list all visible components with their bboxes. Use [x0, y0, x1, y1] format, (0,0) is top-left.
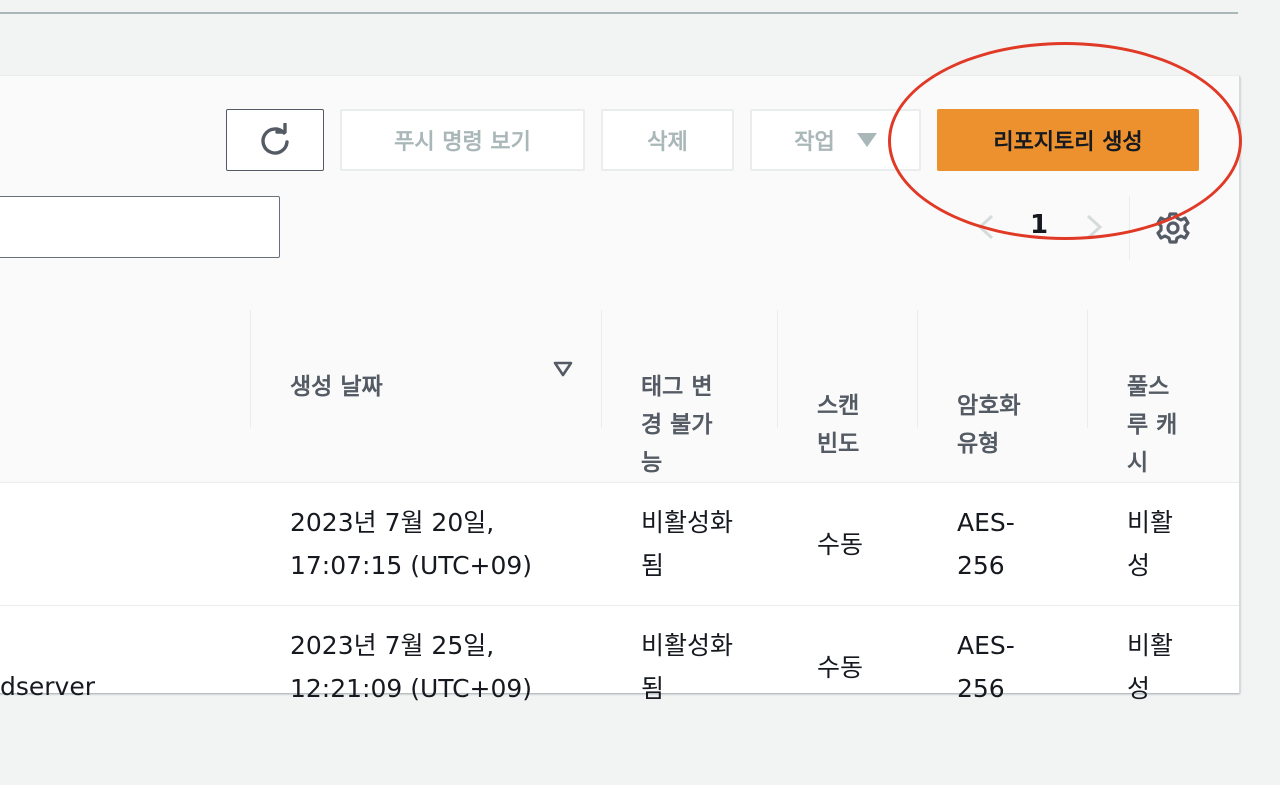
encryption-type-cell: AES- 256: [917, 482, 1087, 606]
table-row[interactable]: dserver 2023년 7월 25일, 12:21:09 (UTC+09) …: [0, 606, 1239, 729]
pagination-divider: [1129, 196, 1130, 260]
column-header-pull-through-cache[interactable]: 풀스 루 캐 시: [1087, 292, 1239, 483]
column-header-tag-immutability[interactable]: 태그 변 경 불가 능: [601, 292, 777, 483]
caret-down-icon: [856, 133, 877, 147]
column-header-encryption-type-label: 암호화 유형: [957, 393, 1021, 457]
view-push-commands-label: 푸시 명령 보기: [394, 130, 531, 155]
pagination-current-page[interactable]: 1: [1024, 210, 1054, 240]
column-header-name[interactable]: [0, 292, 250, 483]
column-header-encryption-type[interactable]: 암호화 유형: [917, 292, 1087, 483]
scan-frequency-cell: 수동: [817, 652, 864, 682]
created-date-cell: 2023년 7월 25일, 12:21:09 (UTC+09): [290, 631, 533, 703]
column-header-scan-frequency[interactable]: 스캔 빈도: [777, 292, 917, 483]
tag-immutability-cell: 비활성화 됨: [641, 631, 734, 703]
column-header-created-date-label: 생성 날짜: [290, 374, 383, 400]
delete-button[interactable]: 삭제: [601, 109, 734, 171]
view-push-commands-button[interactable]: 푸시 명령 보기: [340, 109, 585, 171]
pull-through-cache-cell: 비활 성: [1087, 482, 1239, 606]
created-date-cell: 2023년 7월 20일, 17:07:15 (UTC+09): [250, 482, 601, 606]
repository-name-cell[interactable]: [0, 482, 250, 606]
chevron-right-icon[interactable]: [1080, 214, 1106, 240]
search-input[interactable]: [0, 196, 280, 258]
repository-name-cell[interactable]: dserver: [0, 606, 250, 729]
actions-dropdown-button[interactable]: 작업: [750, 109, 921, 171]
table-header-row: 생성 날짜 태그 변 경 불가 능 스캔 빈도 암호화 유형 풀스 루 캐 시: [0, 292, 1239, 483]
refresh-button[interactable]: [226, 109, 324, 171]
delete-label: 삭제: [647, 130, 688, 155]
create-repository-label: 리포지토리 생성: [993, 130, 1143, 155]
create-repository-button[interactable]: 리포지토리 생성: [937, 109, 1199, 171]
gear-icon[interactable]: [1156, 211, 1190, 245]
table-row[interactable]: 2023년 7월 20일, 17:07:15 (UTC+09) 비활성화 됨 수…: [0, 482, 1239, 606]
repository-name-link[interactable]: [0, 585, 250, 605]
repositories-table: 생성 날짜 태그 변 경 불가 능 스캔 빈도 암호화 유형 풀스 루 캐 시 …: [0, 292, 1239, 728]
repository-name-link[interactable]: dserver: [0, 665, 250, 728]
panel-header: 푸시 명령 보기 삭제 작업 리포지토리 생성 1: [0, 76, 1239, 293]
tag-immutability-cell: 비활성화 됨: [601, 482, 777, 606]
chevron-left-icon[interactable]: [974, 214, 1000, 240]
column-header-pull-through-cache-label: 풀스 루 캐 시: [1127, 374, 1178, 476]
sort-descending-icon[interactable]: [553, 360, 573, 378]
scan-frequency-cell: 수동: [777, 482, 917, 606]
top-divider: [0, 12, 1238, 14]
refresh-icon: [261, 123, 289, 155]
repositories-panel: 푸시 명령 보기 삭제 작업 리포지토리 생성 1 생성 날짜 태그 변 경 불…: [0, 76, 1240, 703]
actions-label: 작업: [794, 130, 835, 155]
column-header-tag-immutability-label: 태그 변 경 불가 능: [641, 374, 713, 476]
encryption-type-cell: AES- 256: [957, 631, 1015, 703]
column-header-scan-frequency-label: 스캔 빈도: [817, 393, 860, 457]
pull-through-cache-cell: 비활 성: [1127, 631, 1174, 703]
column-header-created-date[interactable]: 생성 날짜: [250, 292, 601, 483]
